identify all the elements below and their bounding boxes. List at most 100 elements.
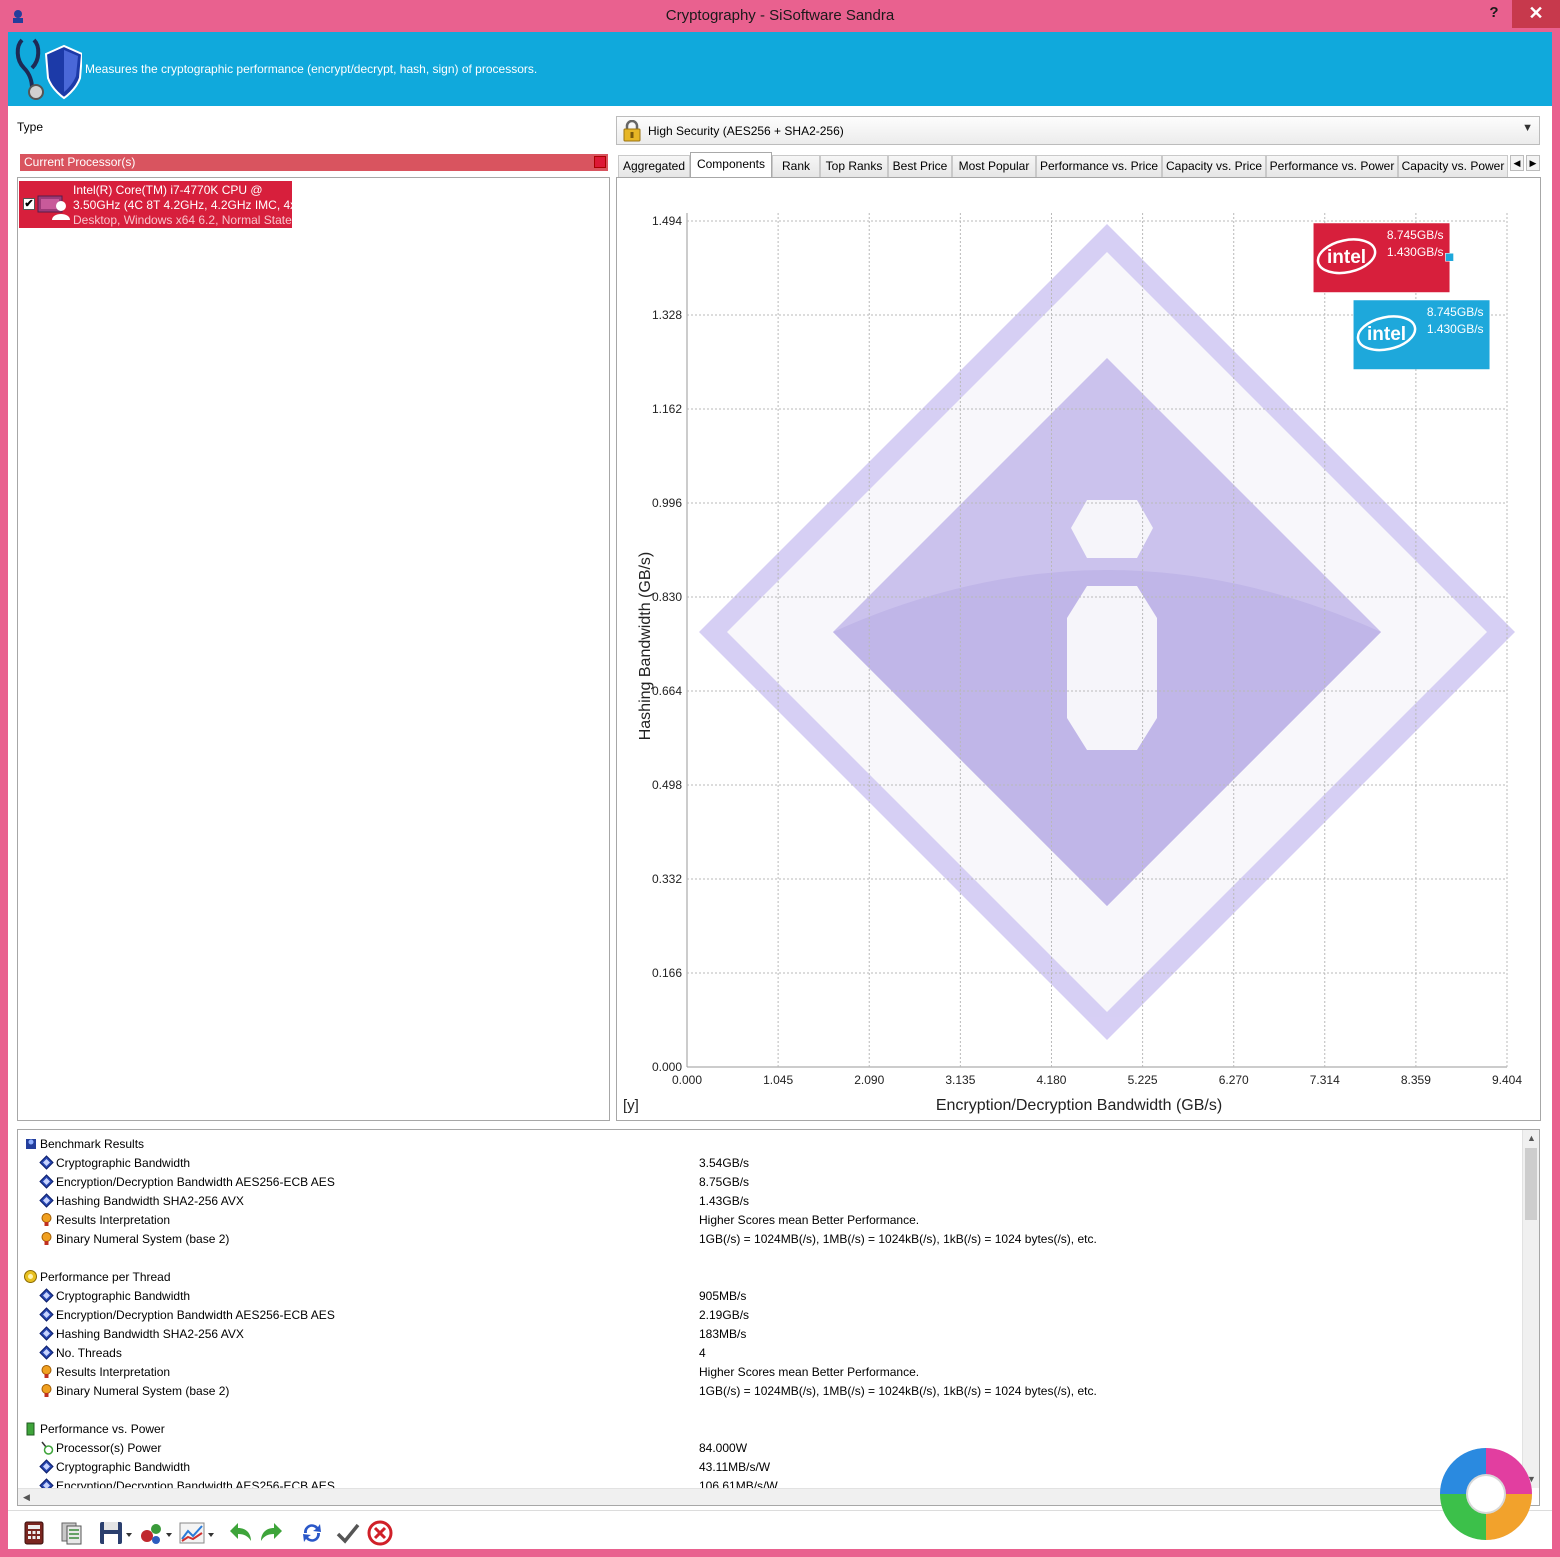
tab-capacity-vs-power[interactable]: Capacity vs. Power: [1398, 155, 1508, 177]
point-marker[interactable]: [1445, 252, 1454, 262]
x-tick-label: 1.045: [763, 1073, 793, 1087]
results-row[interactable]: Cryptographic Bandwidth 3.54GB/s: [39, 1153, 1518, 1172]
results-row[interactable]: Encryption/Decryption Bandwidth AES256-E…: [39, 1172, 1518, 1191]
results-section[interactable]: Benchmark Results: [23, 1134, 1518, 1153]
type-dropdown[interactable]: High Security (AES256 + SHA2-256) ▼: [616, 116, 1540, 145]
results-row[interactable]: Binary Numeral System (base 2) 1GB(/s) = …: [39, 1229, 1518, 1248]
refresh-icon: [303, 1524, 321, 1542]
scroll-left-icon[interactable]: ◀: [18, 1489, 35, 1505]
results-row[interactable]: Results Interpretation Higher Scores mean…: [39, 1362, 1518, 1381]
bottom-toolbar: [8, 1510, 1552, 1549]
results-row[interactable]: Results Interpretation Higher Scores mean…: [39, 1210, 1518, 1229]
horizontal-scrollbar[interactable]: ◀ ▶: [18, 1488, 1523, 1505]
current-processors-header: Current Processor(s): [20, 154, 608, 171]
tab-performance-vs-power[interactable]: Performance vs. Power: [1266, 155, 1398, 177]
y-tick-label: 0.332: [652, 872, 682, 886]
options-button[interactable]: [138, 1519, 174, 1547]
back-arrow-icon: [230, 1523, 251, 1541]
scatter-chart[interactable]: 0.000 1.045 2.090 3.135 4.180 5.225 6.270 7.314…: [617, 178, 1540, 1120]
options-icon: [141, 1524, 172, 1544]
ok-button[interactable]: [334, 1519, 362, 1547]
tab-capacity-vs-price[interactable]: Capacity vs. Price: [1162, 155, 1266, 177]
results-row[interactable]: Encryption/Decryption Bandwidth AES256-E…: [39, 1305, 1518, 1324]
save-button[interactable]: [98, 1519, 134, 1547]
processor-item[interactable]: ✔ Intel(R) Core(TM) i7-4770K CPU @ 3.50G…: [19, 181, 310, 228]
scroll-thumb[interactable]: [1525, 1148, 1537, 1220]
intel-logo-text: intel: [1327, 247, 1366, 268]
data-point[interactable]: intel 8.745GB/s 1.430GB/s: [1313, 223, 1454, 293]
refresh-button[interactable]: [298, 1519, 326, 1547]
result-label: Hashing Bandwidth SHA2-256 AVX: [56, 1327, 244, 1341]
thread-icon: [24, 1270, 37, 1283]
y-tick-label: 0.996: [652, 496, 682, 510]
processor-system: Desktop, Windows x64 6.2, Normal State: [73, 213, 292, 227]
result-value: 8.75GB/s: [699, 1175, 750, 1189]
result-label: Encryption/Decryption Bandwidth AES256-E…: [56, 1308, 335, 1322]
series-color-swatch[interactable]: [594, 156, 606, 168]
results-section[interactable]: Performance vs. Power: [23, 1419, 1518, 1438]
processor-name: Intel(R) Core(TM) i7-4770K CPU @: [73, 183, 263, 197]
lightbulb-icon: [41, 1213, 52, 1226]
results-row[interactable]: Cryptographic Bandwidth 43.11MB/s/W: [39, 1457, 1518, 1476]
processor-list: ✔ Intel(R) Core(TM) i7-4770K CPU @ 3.50G…: [17, 177, 610, 1121]
result-value: 1.43GB/s: [699, 1194, 750, 1208]
result-label: Benchmark Results: [40, 1137, 145, 1151]
result-label: Results Interpretation: [56, 1365, 171, 1379]
result-label: Cryptographic Bandwidth: [56, 1460, 191, 1474]
result-label: Binary Numeral System (base 2): [56, 1384, 230, 1398]
processor-checkbox[interactable]: ✔: [23, 198, 35, 210]
report-button[interactable]: [58, 1519, 86, 1547]
tab-scroll-right-icon[interactable]: ▶: [1526, 155, 1540, 171]
corner-logo-watermark: [1440, 1448, 1532, 1540]
results-row[interactable]: Binary Numeral System (base 2) 1GB(/s) = …: [39, 1381, 1518, 1400]
report-icon: [61, 1522, 82, 1545]
corner-label: [y]: [623, 1097, 639, 1114]
chart-options-button[interactable]: [178, 1519, 216, 1547]
result-label: Performance per Thread: [40, 1270, 171, 1284]
help-button[interactable]: ?: [1476, 0, 1512, 28]
y-tick-label: 1.328: [652, 308, 682, 322]
back-button[interactable]: [226, 1519, 254, 1547]
forward-button[interactable]: [258, 1519, 286, 1547]
result-value: 4: [699, 1346, 706, 1360]
tab-top-ranks[interactable]: Top Ranks: [820, 155, 888, 177]
tab-most-popular[interactable]: Most Popular: [952, 155, 1036, 177]
benchmark-icon: [26, 1139, 36, 1149]
results-row[interactable]: Hashing Bandwidth SHA2-256 AVX 1.43GB/s: [39, 1191, 1518, 1210]
x-tick-label: 9.404: [1492, 1073, 1522, 1087]
x-axis-label: Encryption/Decryption Bandwidth (GB/s): [936, 1097, 1222, 1114]
x-tick-label: 6.270: [1219, 1073, 1249, 1087]
x-tick-label: 3.135: [945, 1073, 975, 1087]
results-row[interactable]: Processor(s) Power 84.000W: [39, 1438, 1518, 1457]
scroll-up-icon[interactable]: ▲: [1523, 1130, 1539, 1147]
diamond-icon: [39, 1307, 54, 1322]
chart-panel: 0.000 1.045 2.090 3.135 4.180 5.225 6.270 7.314…: [616, 177, 1541, 1121]
tab-scroll-left-icon[interactable]: ◀: [1510, 155, 1524, 171]
plug-icon: [41, 1441, 54, 1455]
y-tick-label: 0.166: [652, 966, 682, 980]
close-button[interactable]: ✕: [1512, 0, 1560, 28]
result-value: 183MB/s: [699, 1327, 747, 1341]
results-row[interactable]: Cryptographic Bandwidth 905MB/s: [39, 1286, 1518, 1305]
tab-best-price[interactable]: Best Price: [888, 155, 952, 177]
calculator-button[interactable]: [20, 1519, 48, 1547]
result-label: Cryptographic Bandwidth: [56, 1289, 191, 1303]
results-section[interactable]: Performance per Thread: [23, 1267, 1518, 1286]
vertical-scrollbar[interactable]: ▲ ▼: [1522, 1130, 1539, 1488]
tab-components[interactable]: Components: [690, 152, 772, 177]
intel-logo-text: intel: [1367, 324, 1406, 345]
result-value: 3.54GB/s: [699, 1156, 750, 1170]
cancel-button[interactable]: [366, 1519, 394, 1547]
results-row[interactable]: No. Threads 4: [39, 1343, 1518, 1362]
computer-user-icon: [37, 195, 70, 220]
tab-aggregated[interactable]: Aggregated: [618, 155, 690, 177]
x-tick-label: 5.225: [1128, 1073, 1158, 1087]
tab-performance-vs-price[interactable]: Performance vs. Price: [1036, 155, 1162, 177]
result-label: No. Threads: [56, 1346, 122, 1360]
results-row[interactable]: Hashing Bandwidth SHA2-256 AVX 183MB/s: [39, 1324, 1518, 1343]
tab-rank[interactable]: Rank: [772, 155, 820, 177]
y-tick-label: 0.664: [652, 684, 682, 698]
window-title: Cryptography - SiSoftware Sandra: [665, 7, 895, 24]
result-value: Higher Scores mean Better Performance.: [699, 1365, 920, 1379]
lightbulb-icon: [41, 1384, 52, 1397]
